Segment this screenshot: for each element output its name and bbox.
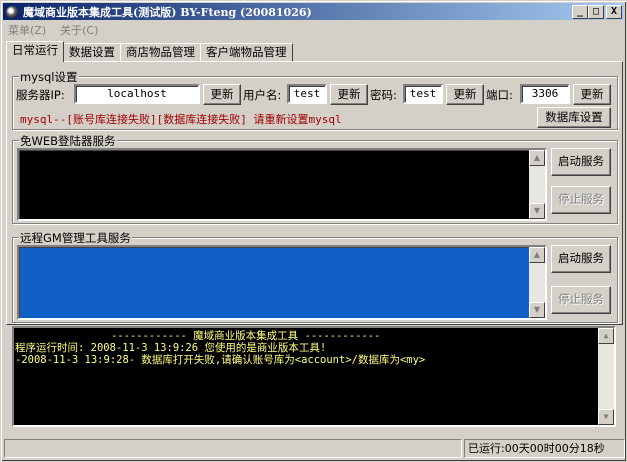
console-log[interactable]: ------------ 魔域商业版本集成工具 ------------ 程序运… bbox=[12, 326, 616, 427]
update-username-button[interactable]: 更新 bbox=[330, 84, 368, 105]
tab-strip: 日常运行 数据设置 商店物品管理 客户端物品管理 bbox=[6, 41, 293, 62]
mysql-group-title: mysql设置 bbox=[19, 69, 79, 85]
tab-daily-run[interactable]: 日常运行 bbox=[6, 41, 64, 62]
scroll-up-icon[interactable]: ▲ bbox=[529, 247, 545, 263]
db-settings-button[interactable]: 数据库设置 bbox=[537, 107, 611, 128]
gm-service-list[interactable]: ▲ ▼ bbox=[17, 245, 547, 320]
username-input[interactable]: test bbox=[287, 84, 327, 104]
app-icon bbox=[5, 5, 19, 19]
scroll-up-icon[interactable]: ▲ bbox=[598, 328, 614, 344]
web-login-stop-button[interactable]: 停止服务 bbox=[551, 186, 611, 214]
gm-group-title: 远程GM管理工具服务 bbox=[19, 230, 132, 246]
web-login-service-list[interactable]: ▲ ▼ bbox=[17, 148, 547, 221]
console-line: 程序运行时间: 2008-11-3 13:9:26 您使用的是商业版本工具! bbox=[15, 342, 327, 354]
password-input[interactable]: test bbox=[403, 84, 443, 104]
main-window: 魔域商业版本集成工具(测试版) BY-Fteng (20081026) _ □ … bbox=[0, 0, 627, 462]
tab-data-settings[interactable]: 数据设置 bbox=[63, 43, 121, 61]
gm-start-button[interactable]: 启动服务 bbox=[551, 245, 611, 273]
menu-bar: 菜单(Z) 关于(C) bbox=[4, 21, 98, 38]
tab-panel-daily-run: mysql设置 服务器IP: localhost 更新 用户名: test 更新… bbox=[6, 61, 623, 325]
server-ip-label: 服务器IP: bbox=[16, 88, 65, 102]
title-bar[interactable]: 魔域商业版本集成工具(测试版) BY-Fteng (20081026) _ □ … bbox=[3, 3, 624, 20]
scroll-down-icon[interactable]: ▼ bbox=[598, 409, 614, 425]
scroll-up-icon[interactable]: ▲ bbox=[529, 150, 545, 166]
menu-item-menu[interactable]: 菜单(Z) bbox=[8, 22, 46, 38]
console-scrollbar[interactable]: ▲ ▼ bbox=[598, 328, 614, 425]
window-title: 魔域商业版本集成工具(测试版) BY-Fteng (20081026) bbox=[23, 5, 312, 19]
tab-client-items[interactable]: 客户端物品管理 bbox=[200, 43, 293, 61]
update-password-button[interactable]: 更新 bbox=[446, 84, 484, 105]
password-label: 密码: bbox=[370, 88, 397, 102]
username-label: 用户名: bbox=[243, 88, 282, 102]
port-input[interactable]: 3306 bbox=[520, 84, 570, 104]
status-runtime: 已运行:00天00时00分18秒 bbox=[464, 439, 625, 458]
port-label: 端口: bbox=[486, 88, 513, 102]
maximize-button[interactable]: □ bbox=[588, 5, 604, 19]
console-line: -2008-11-3 13:9:28- 数据库打开失败,请确认账号库为<acco… bbox=[15, 354, 426, 366]
status-bar: 已运行:00天00时00分18秒 bbox=[4, 439, 625, 459]
minimize-button[interactable]: _ bbox=[572, 5, 588, 19]
web-login-scrollbar[interactable]: ▲ ▼ bbox=[529, 150, 545, 219]
update-port-button[interactable]: 更新 bbox=[573, 84, 611, 105]
gm-service-group: 远程GM管理工具服务 ▲ ▼ 启动服务 停止服务 bbox=[12, 230, 618, 323]
tab-shop-items[interactable]: 商店物品管理 bbox=[120, 43, 201, 61]
web-login-service-group: 免WEB登陆器服务 ▲ ▼ 启动服务 停止服务 bbox=[12, 133, 618, 224]
status-pane-main bbox=[4, 439, 462, 458]
gm-scrollbar[interactable]: ▲ ▼ bbox=[529, 247, 545, 318]
mysql-status-text: mysql--[账号库连接失败][数据库连接失败] 请重新设置mysql bbox=[20, 113, 342, 126]
web-login-start-button[interactable]: 启动服务 bbox=[551, 148, 611, 176]
scroll-down-icon[interactable]: ▼ bbox=[529, 203, 545, 219]
close-button[interactable]: X bbox=[606, 5, 622, 19]
mysql-settings-group: mysql设置 服务器IP: localhost 更新 用户名: test 更新… bbox=[12, 69, 618, 130]
console-line: ------------ 魔域商业版本集成工具 ------------ bbox=[111, 330, 381, 342]
scroll-down-icon[interactable]: ▼ bbox=[529, 302, 545, 318]
update-server-ip-button[interactable]: 更新 bbox=[203, 84, 241, 105]
gm-stop-button[interactable]: 停止服务 bbox=[551, 286, 611, 314]
web-login-group-title: 免WEB登陆器服务 bbox=[19, 133, 117, 149]
server-ip-input[interactable]: localhost bbox=[74, 84, 200, 104]
menu-item-about[interactable]: 关于(C) bbox=[60, 22, 98, 38]
